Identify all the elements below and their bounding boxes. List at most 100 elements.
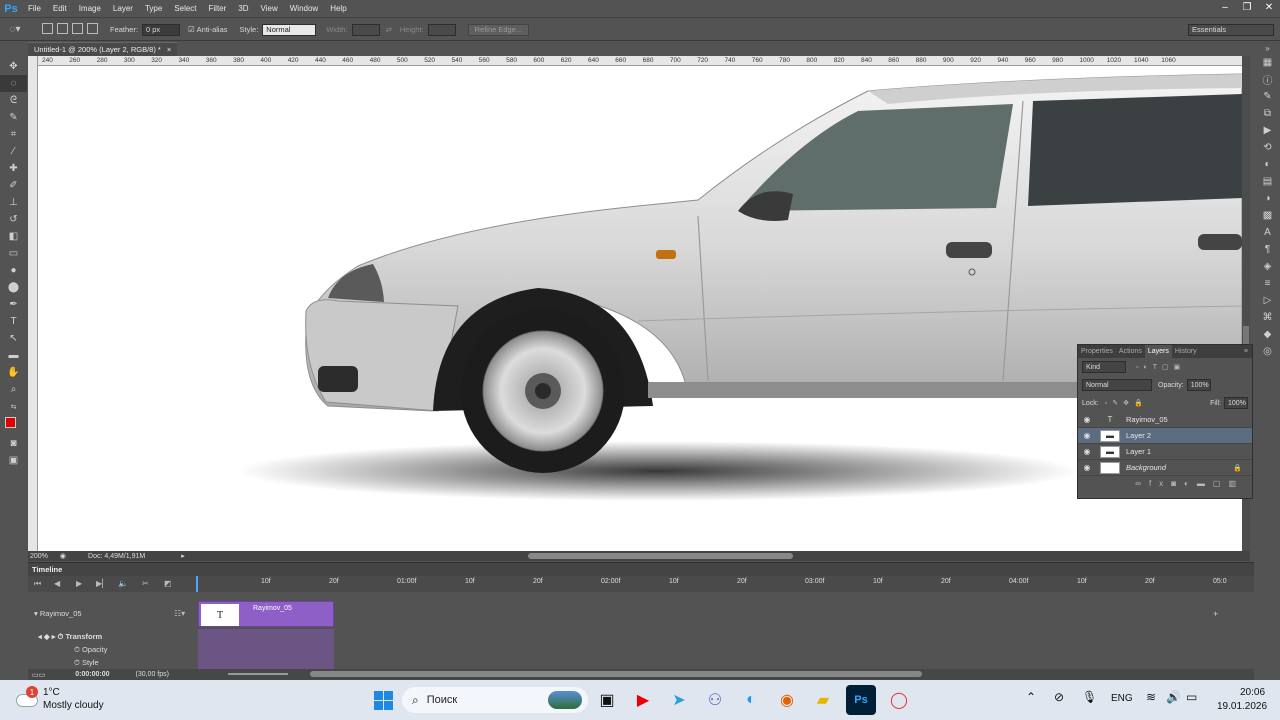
workspace-select[interactable]: Essentials xyxy=(1188,23,1274,36)
convert-frames-icon[interactable]: ▭▭ xyxy=(32,671,45,679)
color-swatches[interactable] xyxy=(0,415,27,435)
menu-window[interactable]: Window xyxy=(284,4,324,13)
menu-view[interactable]: View xyxy=(255,4,284,13)
zoom-tool-icon[interactable]: ⌕ xyxy=(0,381,27,398)
feather-input[interactable]: 0 px xyxy=(141,23,180,36)
lock-icons[interactable]: ▫✎✥🔒 xyxy=(1105,399,1148,407)
paths-icon[interactable]: ⌘ xyxy=(1255,309,1280,326)
opera-icon[interactable]: ◯ xyxy=(884,685,914,715)
menu-filter[interactable]: Filter xyxy=(203,4,233,13)
microphone-icon[interactable]: 🎙 xyxy=(1082,690,1097,704)
move-tool-icon[interactable]: ✥ xyxy=(0,58,27,75)
eraser-tool-icon[interactable]: ◧ xyxy=(0,228,27,245)
shape-tool-icon[interactable]: ▬ xyxy=(0,347,27,364)
layer-row-rayimov[interactable]: ◉ T Rayimov_05 xyxy=(1078,412,1252,428)
visibility-eye-icon[interactable]: ◉ xyxy=(1078,431,1096,440)
document-tab[interactable]: Untitled-1 @ 200% (Layer 2, RGB/8) * × xyxy=(28,42,178,56)
opacity-input[interactable]: 100% xyxy=(1186,379,1211,391)
menu-select[interactable]: Select xyxy=(168,4,202,13)
info-icon[interactable]: ⓘ xyxy=(1255,71,1280,88)
fill-input[interactable]: 100% xyxy=(1224,397,1248,409)
timeline-clip[interactable]: T Rayimov_05 xyxy=(198,601,334,627)
task-view-icon[interactable]: ▣ xyxy=(592,685,622,715)
zoom-slider[interactable] xyxy=(228,673,288,675)
network-off-icon[interactable]: ⊘ xyxy=(1054,690,1064,704)
screen-mode-icon[interactable]: ▣ xyxy=(0,452,27,469)
mask-icon[interactable]: ◙ xyxy=(1171,479,1184,488)
add-track-icon[interactable]: + xyxy=(1213,609,1218,619)
transition-icon[interactable]: ◩ xyxy=(164,579,172,588)
brush-presets-icon[interactable]: ✎ xyxy=(1255,88,1280,105)
menu-type[interactable]: Type xyxy=(139,4,168,13)
crop-tool-icon[interactable]: ⌗ xyxy=(0,126,27,143)
selection-mode-icons[interactable] xyxy=(40,23,100,36)
horizontal-scroll-thumb[interactable] xyxy=(528,553,793,559)
histogram-icon[interactable]: ▦ xyxy=(1255,54,1280,71)
swap-icon[interactable]: ⇄ xyxy=(386,25,392,34)
clock-time[interactable]: 20:06 xyxy=(1240,687,1265,698)
menu-image[interactable]: Image xyxy=(73,4,107,13)
brush-tool-icon[interactable]: ✐ xyxy=(0,177,27,194)
timeline-scroll-thumb[interactable] xyxy=(310,671,922,677)
status-info-icon[interactable]: ◉ xyxy=(60,552,66,560)
property-opacity[interactable]: ⏱ Opacity xyxy=(74,645,240,655)
antialias-checkbox[interactable]: ☑ xyxy=(188,25,195,34)
document-canvas[interactable] xyxy=(38,66,1242,551)
restore-button[interactable]: ❐ xyxy=(1236,0,1258,14)
clock-date[interactable]: 19.01.2026 xyxy=(1217,701,1267,712)
eyedropper-tool-icon[interactable]: ⁄ xyxy=(0,143,27,160)
firefox-icon[interactable]: ◉ xyxy=(772,685,802,715)
go-first-frame-icon[interactable]: ⏮ xyxy=(34,579,41,589)
document-tab-close[interactable]: × xyxy=(167,45,171,54)
status-menu-arrow[interactable]: ▸ xyxy=(181,552,185,560)
adjustment-icon[interactable]: ◐ xyxy=(1184,479,1197,488)
property-style[interactable]: ⏱ Style xyxy=(74,658,240,668)
properties-icon[interactable]: ≡ xyxy=(1255,275,1280,292)
battery-icon[interactable]: ▭ xyxy=(1186,690,1197,704)
history-brush-tool-icon[interactable]: ↺ xyxy=(0,211,27,228)
play-icon[interactable]: ▶ xyxy=(76,579,82,588)
trash-icon[interactable]: ▥ xyxy=(1228,479,1244,488)
dodge-tool-icon[interactable]: ⬤ xyxy=(0,279,27,296)
close-button[interactable]: ✕ xyxy=(1258,0,1280,14)
tab-actions[interactable]: Actions xyxy=(1116,348,1145,355)
channels-icon[interactable]: ◎ xyxy=(1255,343,1280,360)
start-button[interactable] xyxy=(368,685,398,715)
hand-tool-icon[interactable]: ✋ xyxy=(0,364,27,381)
minimize-button[interactable]: – xyxy=(1214,0,1236,14)
3d-icon[interactable]: ◈ xyxy=(1255,258,1280,275)
prev-frame-icon[interactable]: ◀ xyxy=(54,579,60,588)
file-explorer-icon[interactable]: ▰ xyxy=(808,685,838,715)
layer-row-background[interactable]: ◉ Background 🔒 xyxy=(1078,460,1252,476)
panel-menu-icon[interactable]: ≡ xyxy=(1241,348,1252,355)
blur-tool-icon[interactable]: ● xyxy=(0,262,27,279)
audio-icon[interactable]: 🔈 xyxy=(118,579,128,588)
gradient-tool-icon[interactable]: ▭ xyxy=(0,245,27,262)
weather-icon[interactable]: 1 xyxy=(14,686,40,712)
menu-file[interactable]: File xyxy=(22,4,47,13)
tray-overflow-icon[interactable]: ⌃ xyxy=(1026,690,1036,704)
playhead[interactable] xyxy=(196,576,198,592)
marquee-tool-preset-icon[interactable]: ◌▾ xyxy=(0,24,30,35)
style-select[interactable]: Normal xyxy=(262,23,317,36)
zoom-level[interactable]: 200% xyxy=(30,553,48,560)
paragraph-icon[interactable]: ¶ xyxy=(1255,241,1280,258)
fx-icon[interactable]: fx xyxy=(1149,479,1171,488)
type-tool-icon[interactable]: T xyxy=(0,313,27,330)
quick-select-tool-icon[interactable]: ✎ xyxy=(0,109,27,126)
timeline-icon[interactable]: ▷ xyxy=(1255,292,1280,309)
taskbar-search[interactable]: ⌕ Поиск xyxy=(402,687,588,713)
visibility-eye-icon[interactable]: ◉ xyxy=(1078,463,1096,472)
menu-help[interactable]: Help xyxy=(324,4,352,13)
menu-layer[interactable]: Layer xyxy=(107,4,139,13)
menu-3d[interactable]: 3D xyxy=(232,4,254,13)
character-icon[interactable]: A xyxy=(1255,224,1280,241)
swatches-icon[interactable]: ▤ xyxy=(1255,173,1280,190)
swap-colors-icon[interactable]: ⇆ xyxy=(0,398,27,415)
wifi-icon[interactable]: ≋ xyxy=(1146,690,1156,704)
history-icon[interactable]: ⟲ xyxy=(1255,139,1280,156)
photoshop-taskbar-icon[interactable]: Ps xyxy=(846,685,876,715)
link-icon[interactable]: ∞ xyxy=(1135,479,1149,488)
property-transform[interactable]: ◂ ◆ ▸ ⏱ Transform xyxy=(38,632,204,642)
track-options-icon[interactable]: ☷▾ xyxy=(174,609,185,618)
